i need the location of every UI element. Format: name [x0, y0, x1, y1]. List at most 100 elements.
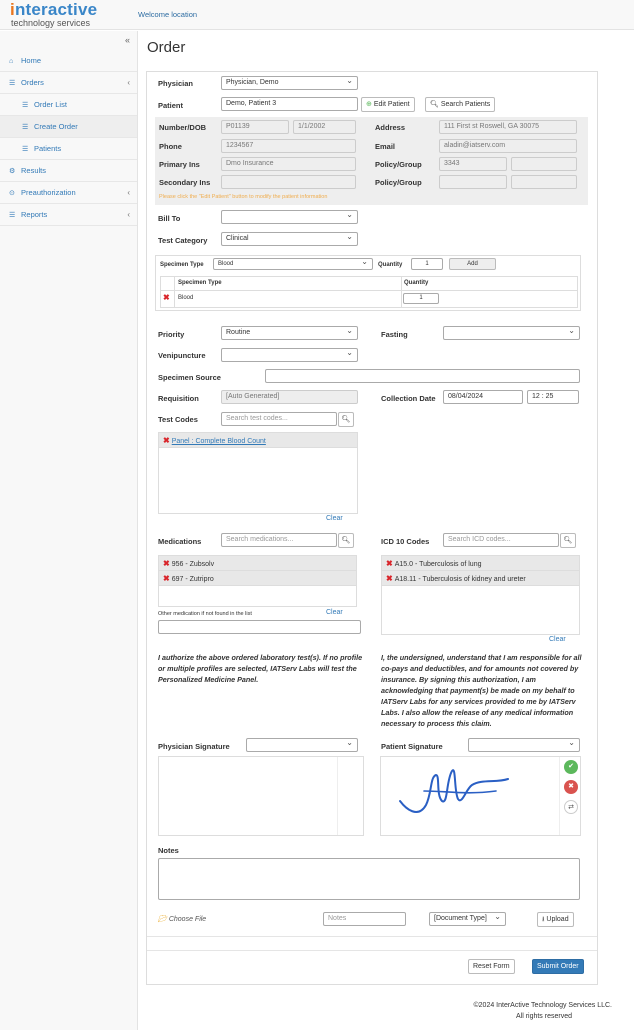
list-item[interactable]: ✖ 956 - Zubsolv — [159, 556, 356, 571]
venipuncture-label: Venipuncture — [158, 351, 206, 360]
gear-icon: ⊙ — [9, 190, 15, 197]
physician-authorization-text: I authorize the above ordered laboratory… — [158, 653, 363, 684]
requisition-label: Requisition — [158, 394, 199, 403]
specimen-type-label: Specimen Type — [160, 262, 204, 268]
logo[interactable]: interactive technology services — [10, 1, 97, 28]
remove-icon[interactable]: ✖ — [163, 571, 170, 586]
medications-search-input[interactable]: Search medications... — [221, 533, 337, 547]
phone-label: Phone — [159, 142, 182, 151]
clear-signature-icon[interactable]: ✖ — [564, 780, 578, 794]
remove-icon[interactable]: ✖ — [163, 556, 170, 571]
specimen-type-column-header: Specimen Type — [178, 280, 222, 286]
sidebar-item-preauthorization[interactable]: ⊙ Preauthorization ‹ — [0, 182, 137, 204]
search-icon: 🔍︎ — [430, 101, 439, 108]
list-icon: ☰ — [22, 124, 29, 131]
bill-to-label: Bill To — [158, 214, 181, 223]
sidebar-item-create-order[interactable]: ☰ Create Order — [0, 116, 137, 138]
collection-date-label: Collection Date — [381, 394, 436, 403]
patient-signature-select[interactable] — [468, 737, 580, 752]
sidebar-item-orders[interactable]: ☰ Orders ‹ — [0, 72, 137, 94]
edit-patient-warning: Please click the "Edit Patient" button t… — [159, 194, 328, 200]
specimen-quantity-input[interactable]: 1 — [411, 258, 443, 270]
physician-signature-pad[interactable] — [158, 756, 364, 836]
other-medication-label: Other medication if not found in the lis… — [158, 611, 252, 617]
list-item[interactable]: ✖ A15.0 - Tuberculosis of lung — [382, 556, 579, 571]
bill-to-select[interactable] — [221, 209, 358, 224]
venipuncture-select[interactable] — [221, 347, 358, 362]
swap-signature-icon[interactable]: ⇄ — [564, 800, 578, 814]
collection-time-input[interactable]: 12 : 25 — [527, 390, 579, 404]
edit-patient-button[interactable]: ⊕ Edit Patient — [361, 97, 415, 112]
document-type-select[interactable]: [Document Type] — [429, 911, 506, 926]
collection-date-input[interactable]: 08/04/2024 — [443, 390, 523, 404]
requisition-input: [Auto Generated] — [221, 390, 358, 404]
medications-list: ✖ 956 - Zubsolv ✖ 697 - Zutripro — [158, 555, 357, 607]
patient-address: 111 First st Roswell, GA 30075 — [439, 120, 577, 134]
physician-label: Physician — [158, 79, 194, 88]
secondary-insurance — [221, 175, 356, 189]
specimen-type-select[interactable]: Blood — [213, 257, 373, 270]
patient-dob: 1/1/2002 — [293, 120, 356, 134]
physician-select[interactable]: Physician, Demo — [221, 75, 358, 90]
other-medication-input[interactable] — [158, 620, 361, 634]
test-codes-search-button[interactable]: 🔍︎ — [338, 412, 354, 427]
number-dob-label: Number/DOB — [159, 123, 207, 132]
clear-test-codes-link[interactable]: Clear — [326, 515, 343, 522]
search-icon: 🔍︎ — [341, 537, 351, 544]
sidebar-item-reports[interactable]: ☰ Reports ‹ — [0, 204, 137, 226]
page-title: Order — [147, 39, 186, 56]
fasting-label: Fasting — [381, 330, 408, 339]
test-codes-search-input[interactable]: Search test codes... — [221, 412, 337, 426]
priority-select[interactable]: Routine — [221, 325, 358, 340]
patient-input[interactable]: Demo, Patient 3 — [221, 97, 358, 111]
sidebar-item-home[interactable]: ⌂ Home — [0, 50, 137, 72]
specimen-row-type: Blood — [178, 295, 194, 301]
quantity-label: Quantity — [378, 262, 403, 268]
remove-icon[interactable]: ✖ — [386, 571, 393, 586]
upload-button[interactable]: ⭳ Upload — [537, 912, 574, 927]
folder-icon: 📂︎ — [158, 916, 167, 923]
fasting-select[interactable] — [443, 325, 580, 340]
list-icon: ☰ — [22, 102, 29, 109]
remove-icon[interactable]: ✖ — [163, 433, 170, 448]
choose-file-button[interactable]: 📂︎ Choose File — [158, 915, 206, 923]
list-icon: ☰ — [22, 146, 29, 153]
list-item[interactable]: ✖ A18.11 - Tuberculosis of kidney and ure… — [382, 571, 579, 586]
secondary-ins-label: Secondary Ins — [159, 178, 211, 187]
remove-specimen-icon[interactable]: ✖ — [163, 293, 172, 302]
collapse-sidebar-icon[interactable]: « — [125, 35, 130, 45]
physician-signature-select[interactable] — [246, 737, 358, 752]
list-item[interactable]: ✖ 697 - Zutripro — [159, 571, 356, 586]
welcome-location[interactable]: Welcome location — [138, 10, 197, 19]
sidebar-item-order-list[interactable]: ☰ Order List — [0, 94, 137, 116]
icd-search-button[interactable]: 🔍︎ — [560, 533, 576, 548]
attachment-notes-input[interactable]: Notes — [323, 912, 406, 926]
sidebar-item-patients[interactable]: ☰ Patients — [0, 138, 137, 160]
list-item[interactable]: ✖ Panel : Complete Blood Count — [159, 433, 357, 448]
submit-order-button[interactable]: Submit Order — [532, 959, 584, 974]
address-label: Address — [375, 123, 406, 132]
reset-form-button[interactable]: Reset Form — [468, 959, 515, 974]
upload-icon: ⭳ — [542, 916, 545, 923]
primary-insurance: Dmo Insurance — [221, 157, 356, 171]
icd-codes-label: ICD 10 Codes — [381, 537, 430, 546]
physician-signature-label: Physician Signature — [158, 742, 230, 751]
notes-textarea[interactable] — [158, 858, 580, 900]
icd-search-input[interactable]: Search ICD codes... — [443, 533, 559, 547]
accept-signature-icon[interactable]: ✔ — [564, 760, 578, 774]
specimen-source-input[interactable] — [265, 369, 580, 383]
patient-signature-pad[interactable]: ✔ ✖ ⇄ — [380, 756, 581, 836]
test-codes-label: Test Codes — [158, 415, 198, 424]
clear-icd-link[interactable]: Clear — [549, 636, 566, 643]
sidebar-item-results[interactable]: ⚙ Results — [0, 160, 137, 182]
clear-medications-link[interactable]: Clear — [326, 609, 343, 616]
patient-authorization-text: I, the undersigned, understand that I am… — [381, 653, 582, 728]
patient-info: Number/DOB P01139 1/1/2002 Address 111 F… — [155, 117, 588, 205]
remove-icon[interactable]: ✖ — [386, 556, 393, 571]
test-category-select[interactable]: Clinical — [221, 231, 358, 246]
add-specimen-button[interactable]: Add — [449, 258, 496, 270]
search-patients-button[interactable]: 🔍︎ Search Patients — [425, 97, 496, 112]
specimen-row-quantity[interactable]: 1 — [403, 293, 439, 304]
medications-search-button[interactable]: 🔍︎ — [338, 533, 354, 548]
sidebar: « ⌂ Home ☰ Orders ‹ ☰ Order List ☰ Create Ord… — [0, 31, 138, 1030]
